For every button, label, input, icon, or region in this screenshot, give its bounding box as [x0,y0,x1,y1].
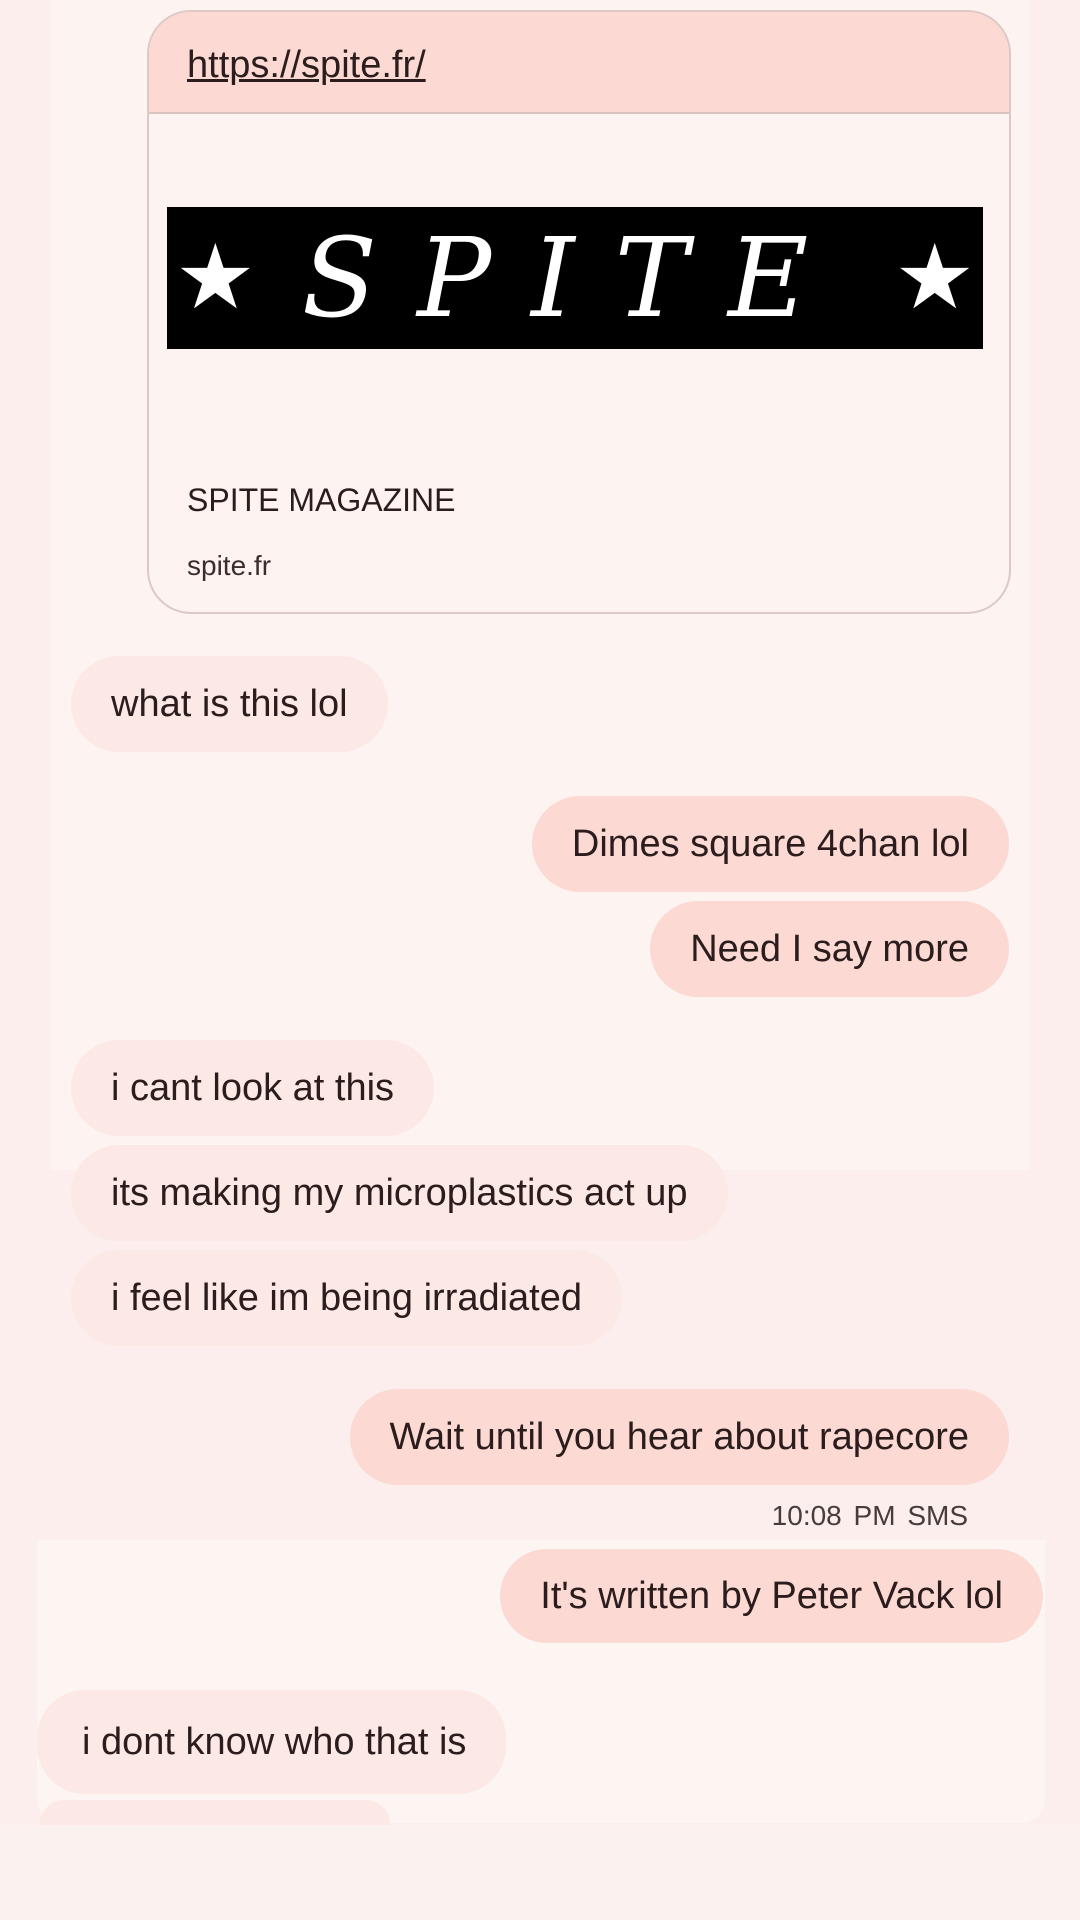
spite-logo: SPITE [301,214,849,342]
timestamp-time: 10:08 PM [771,1500,896,1531]
message-bubble-sent[interactable]: Wait until you hear about rapecore [349,1389,1009,1485]
link-preview-domain: spite.fr [187,550,272,581]
star-icon: ★ [175,228,256,328]
bottom-area [0,1825,1080,1920]
message-bubble-received[interactable]: what is this lol [71,656,388,752]
message-bubble-received[interactable]: i dont know who that is [37,1690,507,1794]
message-bubble-received[interactable]: i cant look at this [71,1040,435,1136]
link-preview-image: ★ SPITE ★ [167,207,983,349]
star-icon: ★ [894,228,975,328]
link-url[interactable]: https://spite.fr/ [187,44,426,87]
message-bubble-sent[interactable]: It's written by Peter Vack lol [500,1549,1043,1643]
link-preview-card[interactable]: https://spite.fr/ ★ SPITE ★ SPITE MAGAZI… [147,10,1011,614]
message-bubble-sent[interactable]: Dimes square 4chan lol [531,796,1009,892]
message-timestamp: 10:08 PM SMS [772,1500,968,1532]
message-bubble-partial [40,1800,390,1825]
message-bubble-sent[interactable]: Need I say more [650,901,1009,997]
link-preview-title: SPITE MAGAZINE [187,482,456,518]
message-type: SMS [907,1500,968,1531]
message-bubble-received[interactable]: its making my microplastics act up [71,1145,728,1241]
message-bubble-received[interactable]: i feel like im being irradiated [71,1250,623,1346]
